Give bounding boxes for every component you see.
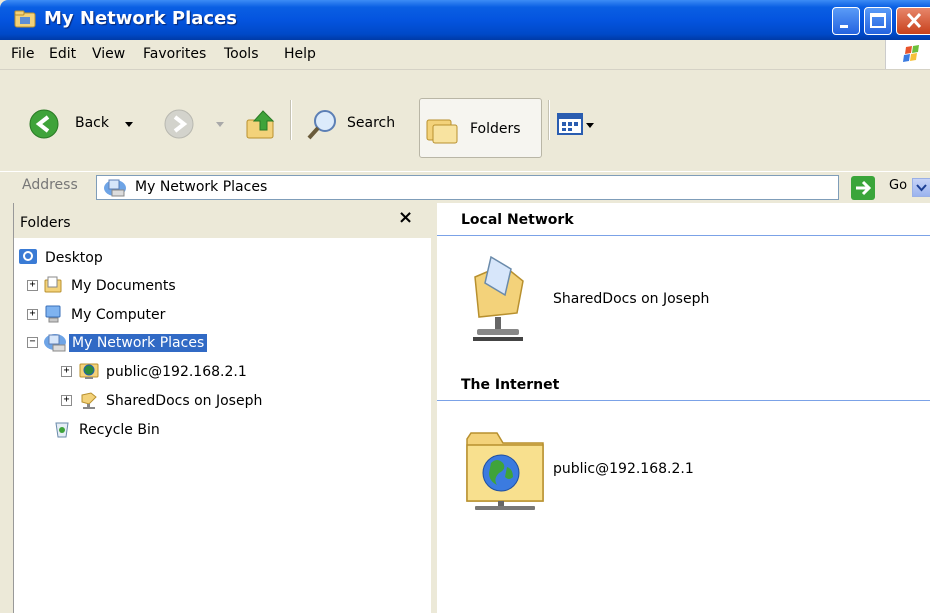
tree-item-my-documents[interactable]: + My Documents: [24, 275, 244, 299]
item-shareddocs-on-joseph[interactable]: SharedDocs on Joseph: [467, 253, 767, 353]
item-public-192-168-2-1[interactable]: public@192.168.2.1: [463, 427, 763, 517]
toolbar-separator: [548, 100, 550, 140]
tree-label-shareddocs-on-joseph: SharedDocs on Joseph: [106, 393, 263, 409]
minimize-icon: [840, 25, 848, 28]
recycle-bin-icon: [55, 422, 69, 438]
views-button[interactable]: [557, 112, 607, 142]
expand-my-computer[interactable]: +: [27, 309, 38, 320]
desktop-icon: [19, 249, 37, 264]
item-label-public-192-168-2-1: public@192.168.2.1: [553, 461, 694, 477]
chevron-down-icon: [916, 184, 927, 192]
back-button[interactable]: Back: [28, 108, 158, 144]
tree-label-my-network-places: My Network Places: [69, 334, 208, 352]
address-bar: Address My Network Places Go: [0, 171, 930, 203]
folders-pane-close-icon[interactable]: ×: [398, 207, 413, 228]
content-pane: Local Network SharedDocs on Joseph The I…: [437, 203, 930, 613]
folders-pane-title: Folders: [20, 215, 71, 231]
forward-button[interactable]: [163, 108, 233, 144]
item-label-shareddocs-on-joseph: SharedDocs on Joseph: [553, 291, 710, 307]
toolbar-separator: [290, 100, 292, 140]
maximize-icon: [870, 13, 886, 28]
tree-item-recycle-bin[interactable]: Recycle Bin: [52, 419, 252, 443]
tree-label-recycle-bin: Recycle Bin: [79, 422, 160, 438]
menu-help[interactable]: Help: [284, 46, 316, 62]
internet-folder-icon: [79, 363, 99, 379]
back-label: Back: [75, 115, 109, 131]
expand-my-documents[interactable]: +: [27, 280, 38, 291]
explorer-window: My Network Places File Edit View Favorit…: [0, 0, 930, 613]
network-places-icon: [104, 179, 126, 197]
menu-view[interactable]: View: [92, 46, 125, 62]
folders-icon: [426, 119, 458, 144]
tree-item-shareddocs-on-joseph[interactable]: + SharedDocs on Joseph: [58, 390, 318, 414]
internet-folder-icon: [466, 432, 544, 510]
tree-item-desktop[interactable]: Desktop: [18, 247, 218, 271]
tree-item-my-computer[interactable]: + My Computer: [24, 304, 244, 328]
collapse-my-network-places[interactable]: −: [27, 337, 38, 348]
views-icon: [557, 113, 583, 135]
my-documents-icon: [44, 276, 62, 293]
address-dropdown[interactable]: [912, 178, 930, 197]
back-arrow-icon: [29, 109, 59, 139]
folders-pane-header: Folders ×: [14, 203, 432, 238]
expand-shareddocs-on-joseph[interactable]: +: [61, 395, 72, 406]
tree-label-desktop: Desktop: [45, 250, 103, 266]
standard-toolbar: Back Search Folders: [0, 70, 930, 171]
tree-label-my-computer: My Computer: [71, 307, 166, 323]
search-label: Search: [347, 115, 396, 131]
address-label: Address: [22, 177, 78, 193]
menu-tools[interactable]: Tools: [224, 46, 259, 62]
menu-favorites[interactable]: Favorites: [143, 46, 206, 62]
go-label[interactable]: Go: [889, 178, 907, 193]
up-folder-button[interactable]: [245, 108, 281, 144]
back-dropdown-icon[interactable]: [124, 121, 134, 129]
tree-item-my-network-places[interactable]: − My Network Places: [24, 332, 284, 356]
address-field[interactable]: My Network Places: [96, 175, 930, 200]
network-share-folder-icon: [473, 255, 524, 341]
menu-bar: File Edit View Favorites Tools Help: [0, 40, 930, 70]
windows-flag-icon: [903, 45, 919, 62]
network-places-folder-icon: [14, 10, 36, 28]
network-share-icon: [81, 392, 97, 409]
group-divider: [437, 400, 930, 401]
address-value: My Network Places: [135, 179, 268, 195]
window-title: My Network Places: [44, 8, 237, 29]
search-magnifier-icon: [307, 110, 336, 140]
tree-label-my-documents: My Documents: [71, 278, 176, 294]
menu-file[interactable]: File: [11, 46, 34, 62]
group-divider: [437, 235, 930, 236]
close-icon: [906, 12, 922, 29]
expand-public-192-168-2-1[interactable]: +: [61, 366, 72, 377]
menu-edit[interactable]: Edit: [49, 46, 76, 62]
tree-label-public-192-168-2-1: public@192.168.2.1: [106, 364, 247, 380]
search-button[interactable]: Search: [305, 108, 410, 144]
minimize-button[interactable]: [832, 7, 860, 35]
forward-arrow-icon: [164, 109, 194, 139]
folders-toggle-button[interactable]: Folders: [419, 98, 542, 158]
folders-pane: Folders × Desktop + My Documents + My Co…: [13, 203, 432, 613]
maximize-button[interactable]: [864, 7, 892, 35]
go-button[interactable]: [851, 176, 875, 200]
go-arrow-icon: [856, 180, 872, 196]
group-title-the-internet: The Internet: [461, 377, 560, 393]
network-places-icon: [44, 334, 66, 352]
windows-logo: [885, 40, 930, 69]
views-dropdown-icon: [586, 123, 594, 128]
title-bar[interactable]: My Network Places: [0, 0, 930, 40]
up-folder-icon: [246, 110, 275, 139]
my-computer-icon: [45, 305, 61, 323]
group-title-local-network: Local Network: [461, 212, 574, 228]
close-button[interactable]: [896, 7, 930, 35]
folders-label: Folders: [470, 121, 521, 137]
tree-item-public-192-168-2-1[interactable]: + public@192.168.2.1: [58, 361, 298, 385]
forward-dropdown-icon[interactable]: [215, 121, 225, 129]
